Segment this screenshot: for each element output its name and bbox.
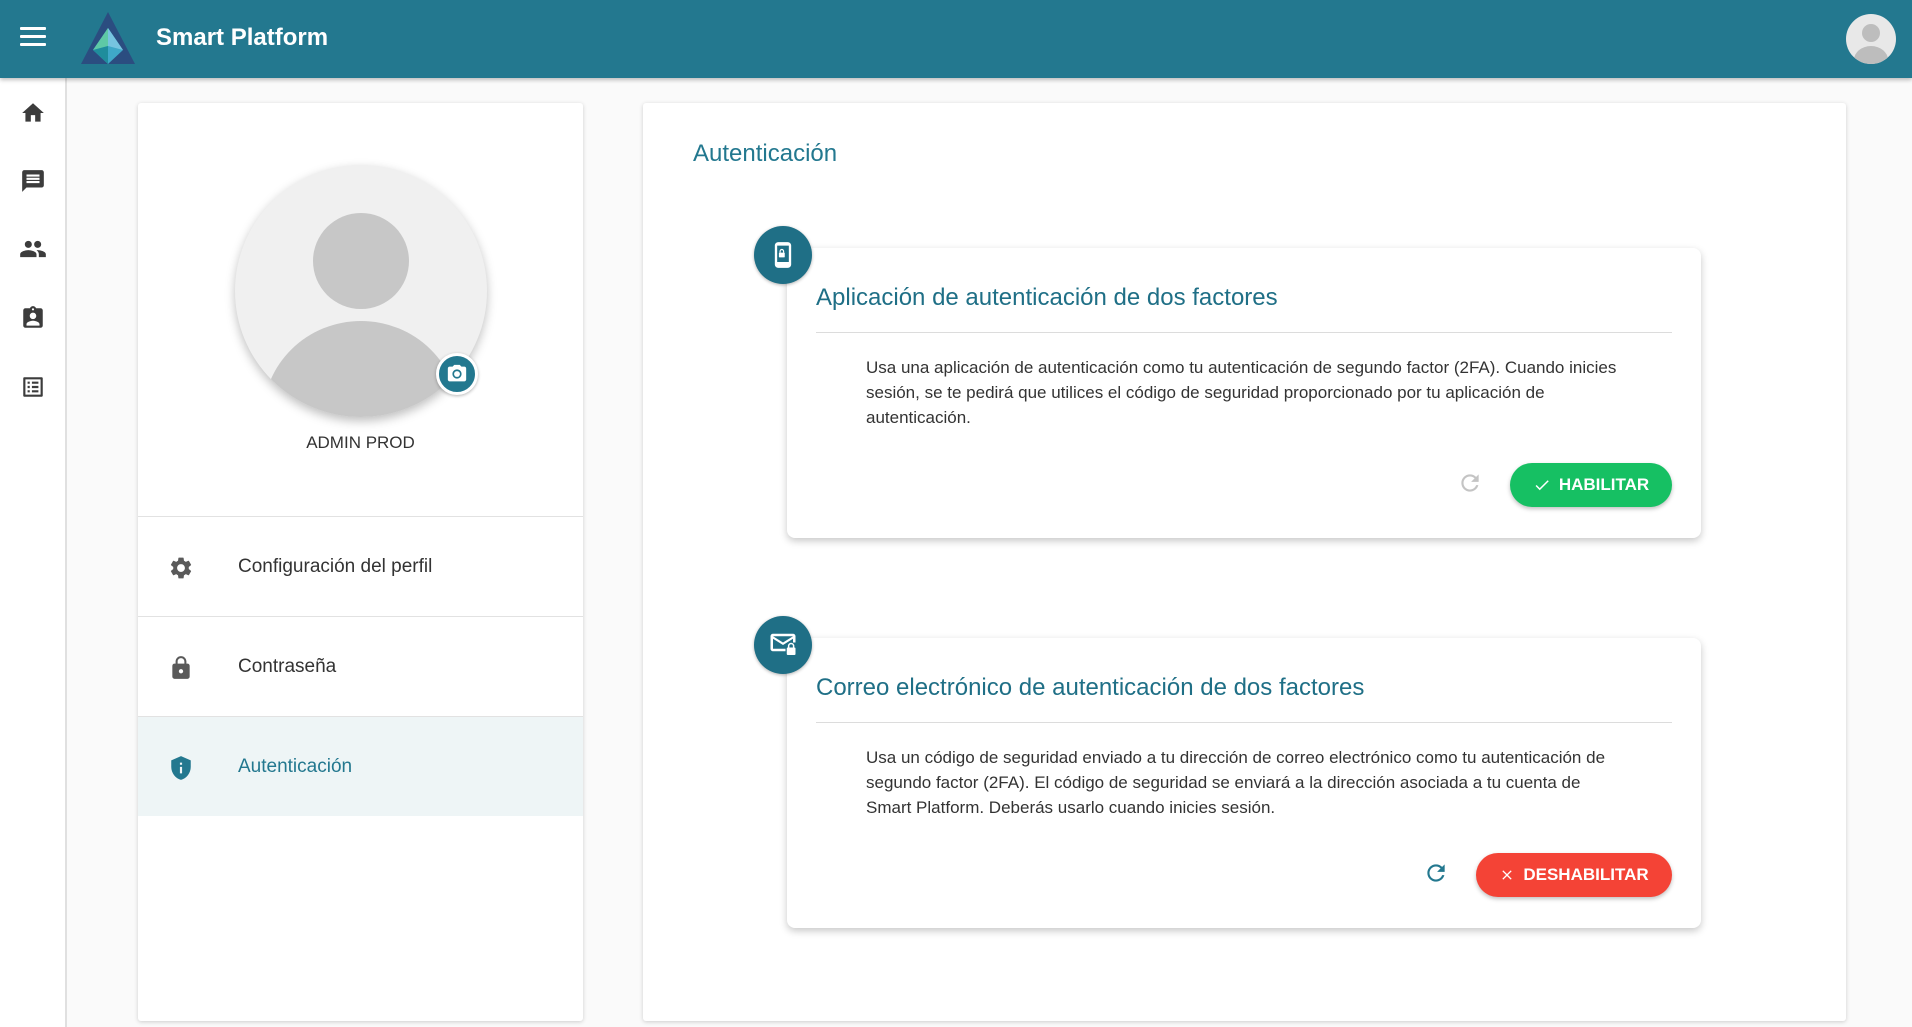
enable-button[interactable]: HABILITAR bbox=[1510, 463, 1672, 507]
nav-rail bbox=[0, 78, 67, 1027]
auth-app-card: Aplicación de autenticación de dos facto… bbox=[754, 226, 1701, 538]
menu-item-password[interactable]: Contraseña bbox=[138, 616, 583, 716]
profile-name: ADMIN PROD bbox=[306, 433, 415, 452]
close-icon bbox=[1502, 870, 1513, 880]
camera-icon bbox=[447, 364, 467, 382]
top-app-bar: Smart Platform bbox=[0, 0, 1912, 78]
phone-lock-icon bbox=[754, 226, 812, 284]
lock-icon bbox=[168, 655, 194, 681]
menu-item-label: Contraseña bbox=[238, 655, 337, 677]
refresh-icon[interactable] bbox=[1421, 858, 1451, 888]
profile-card: ADMIN PROD Configuración del perfil Cont… bbox=[138, 103, 583, 1021]
list-icon[interactable] bbox=[18, 372, 48, 402]
check-icon bbox=[1535, 480, 1549, 491]
gear-icon bbox=[168, 555, 194, 581]
divider bbox=[816, 332, 1672, 333]
divider bbox=[816, 722, 1672, 723]
refresh-icon[interactable] bbox=[1455, 468, 1485, 498]
card-title: Correo electrónico de autenticación de d… bbox=[816, 674, 1365, 701]
menu-item-label: Autenticación bbox=[238, 755, 353, 777]
disable-button[interactable]: DESHABILITAR bbox=[1476, 853, 1672, 897]
shield-icon bbox=[168, 755, 194, 781]
chat-icon[interactable] bbox=[18, 166, 48, 196]
menu-item-label: Configuración del perfil bbox=[238, 555, 433, 577]
disable-button-label: DESHABILITAR bbox=[1523, 865, 1649, 884]
people-icon[interactable] bbox=[18, 234, 48, 264]
card-description: Usa un código de seguridad enviado a tu … bbox=[866, 748, 1606, 817]
page-title: Autenticación bbox=[693, 140, 838, 167]
app-title: Smart Platform bbox=[156, 24, 329, 51]
change-photo-button[interactable] bbox=[436, 353, 478, 395]
mail-lock-icon bbox=[754, 616, 812, 674]
home-icon[interactable] bbox=[18, 98, 48, 128]
user-avatar[interactable] bbox=[1846, 14, 1896, 64]
menu-icon[interactable] bbox=[20, 27, 46, 49]
assignment-ind-icon[interactable] bbox=[18, 303, 48, 333]
authentication-panel: Autenticación Aplicación de autenticació… bbox=[643, 103, 1846, 1021]
card-description: Usa una aplicación de autenticación como… bbox=[866, 358, 1617, 427]
logo bbox=[81, 12, 135, 64]
person-icon bbox=[1854, 24, 1888, 64]
menu-item-authentication[interactable]: Autenticación bbox=[138, 716, 583, 816]
menu-item-profile-settings[interactable]: Configuración del perfil bbox=[138, 516, 583, 616]
auth-email-card: Correo electrónico de autenticación de d… bbox=[754, 616, 1701, 928]
enable-button-label: HABILITAR bbox=[1558, 475, 1650, 494]
card-title: Aplicación de autenticación de dos facto… bbox=[816, 284, 1278, 311]
